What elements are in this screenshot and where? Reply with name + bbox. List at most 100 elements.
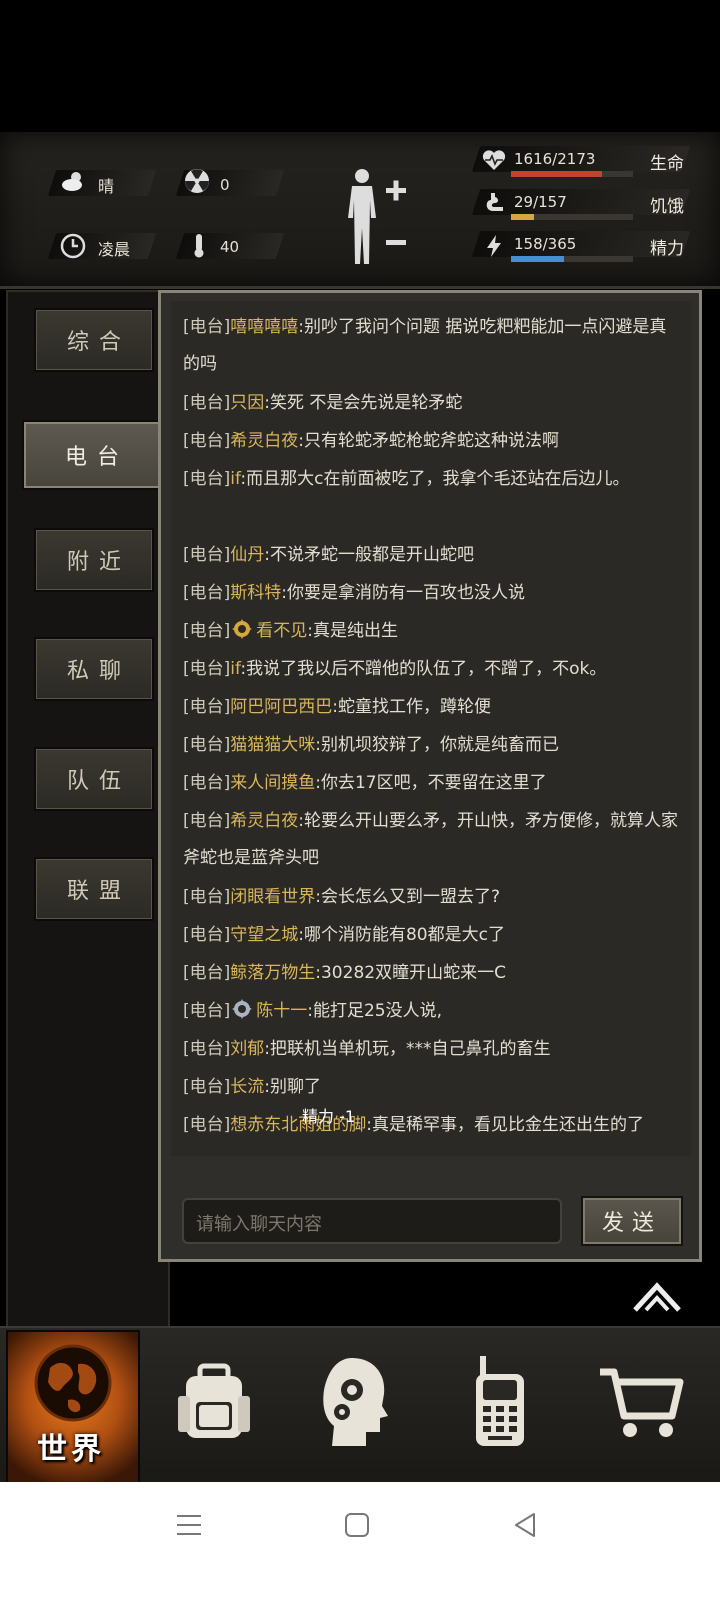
sender-name[interactable]: 猫猫猫大咪: [230, 735, 315, 755]
status-bar-area: [0, 0, 720, 132]
message-text: :你要是拿消防有一百攻也没人说: [281, 583, 525, 603]
channel-tag: [电台]: [183, 887, 231, 907]
message-text: :别聊了: [264, 1077, 321, 1097]
sender-name[interactable]: 刘郁: [230, 1039, 264, 1059]
message-text: :别机坝狡辩了，你就是纯畜而已: [315, 735, 559, 755]
chat-window: [电台]嘻嘻嘻嘻:别吵了我问个问题 据说吃粑粑能加一点闪避是真的吗 [电台]只因:…: [158, 290, 702, 1262]
health-value: 1616/2173: [514, 150, 596, 168]
sender-name[interactable]: 鲸落万物生: [230, 963, 315, 983]
channel-tag: [电台]: [183, 659, 231, 679]
skills-head-icon[interactable]: [322, 1356, 388, 1448]
time-of-day-text: 凌晨: [98, 240, 131, 259]
message-text: :真是纯出生: [307, 621, 398, 641]
tab-radio[interactable]: 电台: [22, 420, 162, 490]
hunger-bar: [511, 214, 633, 220]
chat-message: [电台]只因:笑死 不是会先说是轮矛蛇: [183, 385, 683, 422]
channel-tag: [电台]: [183, 735, 231, 755]
radiation-value: 0: [220, 176, 230, 194]
sender-name[interactable]: 斯科特: [230, 583, 281, 603]
health-label: 生命: [650, 154, 684, 174]
channel-tag: [电台]: [183, 583, 231, 603]
tab-general[interactable]: 综合: [34, 308, 154, 372]
sender-name[interactable]: if: [230, 659, 240, 679]
back-icon[interactable]: [512, 1512, 538, 1538]
sender-name[interactable]: 长流: [230, 1077, 264, 1097]
channel-tag: [电台]: [183, 393, 231, 413]
send-button[interactable]: 发送: [581, 1196, 683, 1246]
energy-label: 精力: [650, 239, 684, 259]
message-text: :真是稀罕事，看见比金生还出生的了: [366, 1115, 644, 1135]
channel-tag: [电台]: [183, 811, 231, 831]
sender-name[interactable]: 来人间摸鱼: [230, 773, 315, 793]
channel-tag: [电台]: [183, 925, 231, 945]
channel-tag: [电台]: [183, 545, 231, 565]
sender-name[interactable]: 希灵白夜: [230, 431, 298, 451]
channel-tag: [电台]: [183, 1115, 231, 1135]
message-text: :哪个消防能有80都是大c了: [298, 925, 505, 945]
tab-alliance[interactable]: 联盟: [34, 857, 154, 921]
sender-name[interactable]: 仙丹: [230, 545, 264, 565]
hunger-label: 饥饿: [650, 197, 684, 217]
message-text: :把联机当单机玩，***自己鼻孔的畜生: [264, 1039, 551, 1059]
message-text: :蛇童找工作，蹲轮便: [332, 697, 491, 717]
channel-tag: [电台]: [183, 469, 231, 489]
sender-name[interactable]: 嘻嘻嘻嘻: [230, 317, 298, 337]
stomach-icon: [486, 193, 503, 211]
clock-icon: [60, 233, 86, 259]
message-text: :我说了我以后不蹭他的队伍了，不蹭了，不ok。: [240, 659, 607, 679]
chat-message: [电台]鲸落万物生:30282双瞳开山蛇来一C: [183, 955, 683, 992]
sender-name[interactable]: 阿巴阿巴西巴: [230, 697, 332, 717]
nav-world-label: 世界: [37, 1432, 105, 1467]
channel-tag: [电台]: [183, 317, 231, 337]
backpack-icon[interactable]: [176, 1362, 252, 1442]
temperature-value: 40: [220, 238, 240, 256]
channel-tag: [电台]: [183, 697, 231, 717]
sender-name[interactable]: 看不见: [256, 621, 307, 641]
cart-icon[interactable]: [598, 1366, 684, 1440]
chat-message: [电台]闭眼看世界:会长怎么又到一盟去了?: [183, 879, 683, 916]
chat-input[interactable]: 请输入聊天内容: [182, 1198, 562, 1244]
chat-message: [电台]希灵白夜:轮要么开山要么矛，开山快，矛方便修，就算人家斧蛇也是蓝斧头吧: [183, 803, 683, 877]
tab-private[interactable]: 私聊: [34, 637, 154, 701]
sender-name[interactable]: if: [230, 469, 240, 489]
chat-message: [电台]斯科特:你要是拿消防有一百攻也没人说: [183, 575, 683, 612]
chat-message: [电台]刘郁:把联机当单机玩，***自己鼻孔的畜生: [183, 1031, 683, 1068]
hunger-value: 29/157: [514, 193, 567, 211]
system-nav-bar: [0, 1482, 720, 1600]
chat-message: [电台]if:而且那大c在前面被吃了，我拿个毛还站在后边儿。: [183, 461, 683, 498]
tab-nearby[interactable]: 附近: [34, 528, 154, 592]
chat-message: [电台]守望之城:哪个消防能有80都是大c了: [183, 917, 683, 954]
sender-name[interactable]: 守望之城: [230, 925, 298, 945]
message-text: :能打足25没人说,: [307, 1001, 443, 1021]
sender-name[interactable]: 闭眼看世界: [230, 887, 315, 907]
sender-name[interactable]: 希灵白夜: [230, 811, 298, 831]
tab-team[interactable]: 队伍: [34, 747, 154, 811]
chat-message: [电台] 看不见:真是纯出生: [183, 613, 683, 650]
sender-name[interactable]: 只因: [230, 393, 264, 413]
energy-icon: [487, 235, 501, 257]
message-text: :笑死 不是会先说是轮矛蛇: [264, 393, 463, 413]
chat-log[interactable]: [电台]嘻嘻嘻嘻:别吵了我问个问题 据说吃粑粑能加一点闪避是真的吗 [电台]只因:…: [171, 301, 691, 1156]
chat-message: [电台]猫猫猫大咪:别机坝狡辩了，你就是纯畜而已: [183, 727, 683, 764]
channel-tag: [电台]: [183, 431, 231, 451]
chat-message: [电台]长流:别聊了: [183, 1069, 683, 1106]
chat-message: [电台]希灵白夜:只有轮蛇矛蛇枪蛇斧蛇这种说法啊: [183, 423, 683, 460]
sender-name[interactable]: 陈十一: [256, 1001, 307, 1021]
message-text: :而且那大c在前面被吃了，我拿个毛还站在后边儿。: [240, 469, 630, 489]
channel-tag: [电台]: [183, 773, 231, 793]
channel-tag: [电台]: [183, 1039, 231, 1059]
hud-panel: 晴 0 凌晨 40 1616/2173 29/157 158/365 生命 饥饿…: [0, 132, 720, 289]
channel-tag: [电台]: [183, 621, 231, 641]
thermometer-icon: [194, 234, 204, 258]
collapse-up-icon[interactable]: [632, 1280, 682, 1314]
character-body-icon[interactable]: [340, 166, 412, 266]
chat-message: [电台]嘻嘻嘻嘻:别吵了我问个问题 据说吃粑粑能加一点闪避是真的吗: [183, 309, 683, 383]
channel-tag: [电台]: [183, 963, 231, 983]
message-text: :30282双瞳开山蛇来一C: [315, 963, 506, 983]
radio-walkie-icon[interactable]: [470, 1356, 530, 1448]
health-bar: [511, 171, 633, 177]
message-text: :不说矛蛇一般都是开山蛇吧: [264, 545, 474, 565]
menu-icon[interactable]: [176, 1512, 202, 1538]
home-icon[interactable]: [344, 1512, 370, 1538]
channel-tag: [电台]: [183, 1077, 231, 1097]
